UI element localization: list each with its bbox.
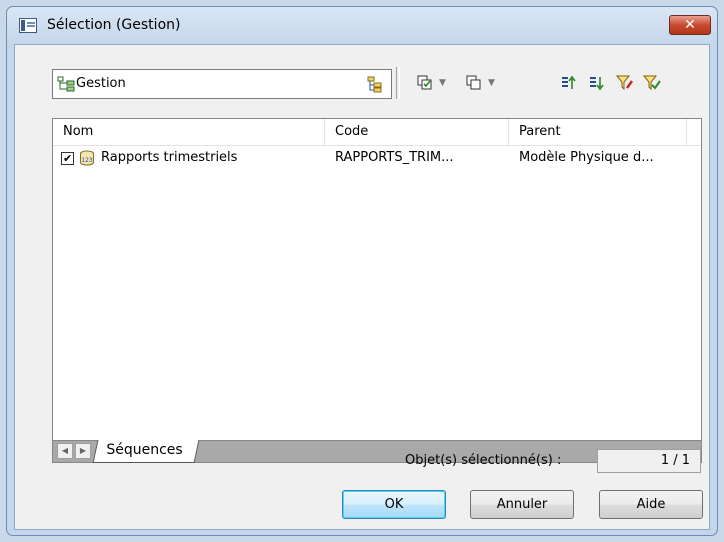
move-to-top-icon [562,75,576,89]
column-header-parent[interactable]: Parent [509,119,687,145]
dialog-body: Gestion ▼ ▼ Nom Code Parent ✔ 123 Rappor… [14,44,710,530]
row-code: RAPPORTS_TRIM... [335,150,454,165]
browse-package-icon[interactable] [365,75,383,93]
filter-button[interactable] [616,71,634,95]
help-button[interactable]: Aide [599,490,703,519]
select-all-icon [417,75,432,90]
toolbar-separator [396,67,400,99]
scope-value: Gestion [76,76,126,91]
dropdown-arrow-icon: ▼ [488,78,495,88]
list-header: Nom Code Parent [53,119,701,146]
svg-text:123: 123 [81,157,93,164]
selection-count-label: Objet(s) sélectionné(s) : [405,453,562,468]
move-to-top-button[interactable] [560,71,576,95]
row-name: Rapports trimestriels [101,150,238,165]
tab-scroll-left-icon[interactable]: ◀ [57,443,73,459]
filter-icon [616,75,634,91]
column-header-code[interactable]: Code [325,119,509,145]
tab-scroll-right-icon[interactable]: ▶ [75,443,91,459]
row-checkbox[interactable] [61,147,74,171]
title-bar[interactable]: Sélection (Gestion) ✕ [7,7,717,45]
column-header-name[interactable]: Nom [53,119,325,145]
window-icon [19,18,37,33]
deselect-all-dropdown[interactable]: ▼ [466,71,495,95]
table-row[interactable]: 123 Rapports trimestriels RAPPORTS_TRIM.… [53,146,701,171]
filter-check-icon [643,75,661,91]
object-list[interactable]: Nom Code Parent 123 Rapports trimestriel… [52,118,702,441]
cancel-button[interactable]: Annuler [470,490,574,519]
sequence-icon: 123 [80,150,94,166]
scope-selector[interactable]: Gestion [52,69,392,99]
select-all-dropdown[interactable]: ▼ [417,71,446,95]
move-to-bottom-button[interactable] [588,71,604,95]
row-parent: Modèle Physique d... [519,150,654,165]
move-to-bottom-icon [590,77,604,91]
selection-count-value: 1 / 1 [597,449,701,473]
tab-label: Séquences [106,442,183,458]
tab-sequences[interactable]: Séquences [92,440,200,463]
dropdown-arrow-icon: ▼ [439,78,446,88]
deselect-all-icon [466,75,481,90]
dialog-window: Sélection (Gestion) ✕ Gestion ▼ ▼ Nom Co… [6,6,718,536]
use-filter-button[interactable] [643,71,661,95]
close-button[interactable]: ✕ [669,15,711,35]
model-tree-icon [57,76,75,92]
ok-button[interactable]: OK [342,490,446,519]
window-title: Sélection (Gestion) [47,17,181,33]
